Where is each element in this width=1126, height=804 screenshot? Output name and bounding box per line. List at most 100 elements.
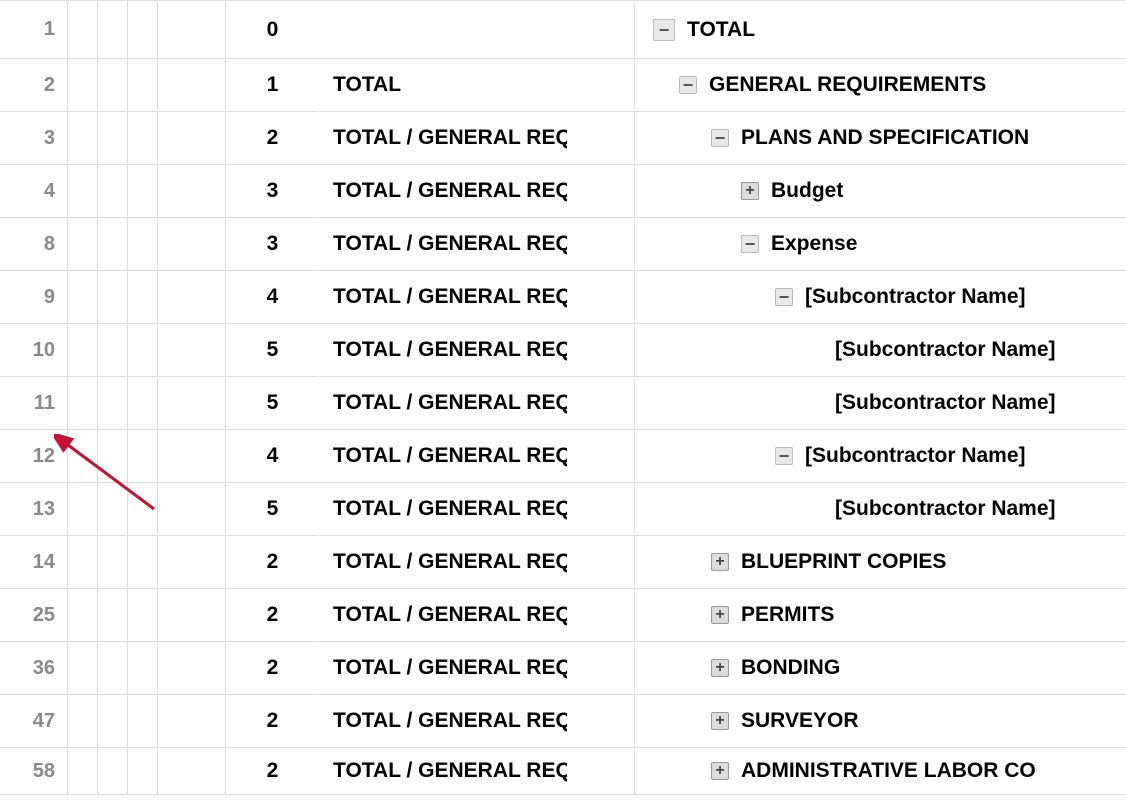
outline-gutter[interactable] [98,430,128,483]
outline-gutter[interactable] [128,271,158,324]
description-cell[interactable]: GENERAL REQUIREMENTS [634,59,1114,112]
row-header[interactable]: 58 [0,748,68,795]
outline-gutter[interactable] [98,695,128,748]
description-cell[interactable]: SURVEYOR [634,695,1114,748]
outline-gutter[interactable] [158,695,226,748]
description-cell[interactable]: [Subcontractor Name] [634,430,1114,483]
outline-gutter[interactable] [98,1,128,59]
outline-gutter[interactable] [68,377,98,430]
outline-gutter[interactable] [68,218,98,271]
outline-gutter[interactable] [158,536,226,589]
level-cell[interactable]: 2 [226,112,318,165]
outline-gutter[interactable] [128,589,158,642]
outline-gutter[interactable] [158,377,226,430]
path-cell[interactable]: TOTAL / GENERAL REQ [318,536,634,589]
outline-gutter[interactable] [158,430,226,483]
row-header[interactable]: 9 [0,271,68,324]
outline-gutter[interactable] [68,430,98,483]
outline-gutter[interactable] [68,165,98,218]
level-cell[interactable]: 2 [226,536,318,589]
outline-gutter[interactable] [158,271,226,324]
path-cell[interactable]: TOTAL / GENERAL REQ [318,430,634,483]
outline-gutter[interactable] [128,218,158,271]
collapse-icon[interactable] [775,447,793,465]
level-cell[interactable]: 4 [226,430,318,483]
outline-gutter[interactable] [128,695,158,748]
path-cell[interactable]: TOTAL / GENERAL REQ [318,218,634,271]
outline-gutter[interactable] [128,324,158,377]
row-header[interactable]: 12 [0,430,68,483]
outline-gutter[interactable] [68,536,98,589]
row-header[interactable]: 14 [0,536,68,589]
description-cell[interactable]: Expense [634,218,1114,271]
level-cell[interactable]: 3 [226,218,318,271]
description-cell[interactable]: [Subcontractor Name] [634,271,1114,324]
description-cell[interactable]: TOTAL [634,1,1114,59]
collapse-icon[interactable] [775,288,793,306]
outline-gutter[interactable] [128,483,158,536]
outline-gutter[interactable] [158,483,226,536]
outline-gutter[interactable] [98,165,128,218]
path-cell[interactable]: TOTAL / GENERAL REQ [318,112,634,165]
path-cell[interactable]: TOTAL / GENERAL REQ [318,377,634,430]
level-cell[interactable]: 2 [226,589,318,642]
collapse-icon[interactable] [741,235,759,253]
outline-gutter[interactable] [98,589,128,642]
outline-gutter[interactable] [128,536,158,589]
description-cell[interactable]: PERMITS [634,589,1114,642]
outline-gutter[interactable] [98,324,128,377]
outline-gutter[interactable] [68,748,98,795]
outline-gutter[interactable] [68,695,98,748]
expand-icon[interactable] [711,553,729,571]
outline-gutter[interactable] [98,59,128,112]
outline-gutter[interactable] [98,271,128,324]
expand-icon[interactable] [711,606,729,624]
outline-gutter[interactable] [68,324,98,377]
outline-gutter[interactable] [68,1,98,59]
level-cell[interactable]: 3 [226,165,318,218]
outline-gutter[interactable] [98,483,128,536]
row-header[interactable]: 10 [0,324,68,377]
path-cell[interactable]: TOTAL / GENERAL REQ [318,589,634,642]
row-header[interactable]: 2 [0,59,68,112]
level-cell[interactable]: 4 [226,271,318,324]
outline-gutter[interactable] [68,112,98,165]
outline-gutter[interactable] [128,1,158,59]
path-cell[interactable]: TOTAL / GENERAL REQ [318,271,634,324]
collapse-icon[interactable] [653,19,675,41]
description-cell[interactable]: [Subcontractor Name] [634,483,1114,536]
path-cell[interactable]: TOTAL / GENERAL REQ [318,695,634,748]
description-cell[interactable]: BLUEPRINT COPIES [634,536,1114,589]
outline-gutter[interactable] [128,377,158,430]
path-cell[interactable]: TOTAL / GENERAL REQ [318,483,634,536]
outline-gutter[interactable] [68,59,98,112]
outline-gutter[interactable] [68,271,98,324]
collapse-icon[interactable] [711,129,729,147]
outline-gutter[interactable] [68,642,98,695]
outline-gutter[interactable] [158,642,226,695]
outline-gutter[interactable] [128,165,158,218]
row-header[interactable]: 1 [0,1,68,59]
outline-gutter[interactable] [158,165,226,218]
outline-gutter[interactable] [128,642,158,695]
outline-gutter[interactable] [98,642,128,695]
outline-gutter[interactable] [158,218,226,271]
outline-gutter[interactable] [98,218,128,271]
path-cell[interactable]: TOTAL [318,59,634,112]
path-cell[interactable]: TOTAL / GENERAL REQ [318,324,634,377]
row-header[interactable]: 25 [0,589,68,642]
outline-gutter[interactable] [158,1,226,59]
outline-gutter[interactable] [98,748,128,795]
level-cell[interactable]: 0 [226,1,318,59]
outline-gutter[interactable] [128,59,158,112]
outline-gutter[interactable] [158,748,226,795]
expand-icon[interactable] [741,182,759,200]
outline-gutter[interactable] [158,324,226,377]
level-cell[interactable]: 2 [226,748,318,795]
outline-gutter[interactable] [98,377,128,430]
row-header[interactable]: 13 [0,483,68,536]
expand-icon[interactable] [711,762,729,780]
path-cell[interactable]: TOTAL / GENERAL REQ [318,165,634,218]
level-cell[interactable]: 2 [226,642,318,695]
row-header[interactable]: 11 [0,377,68,430]
